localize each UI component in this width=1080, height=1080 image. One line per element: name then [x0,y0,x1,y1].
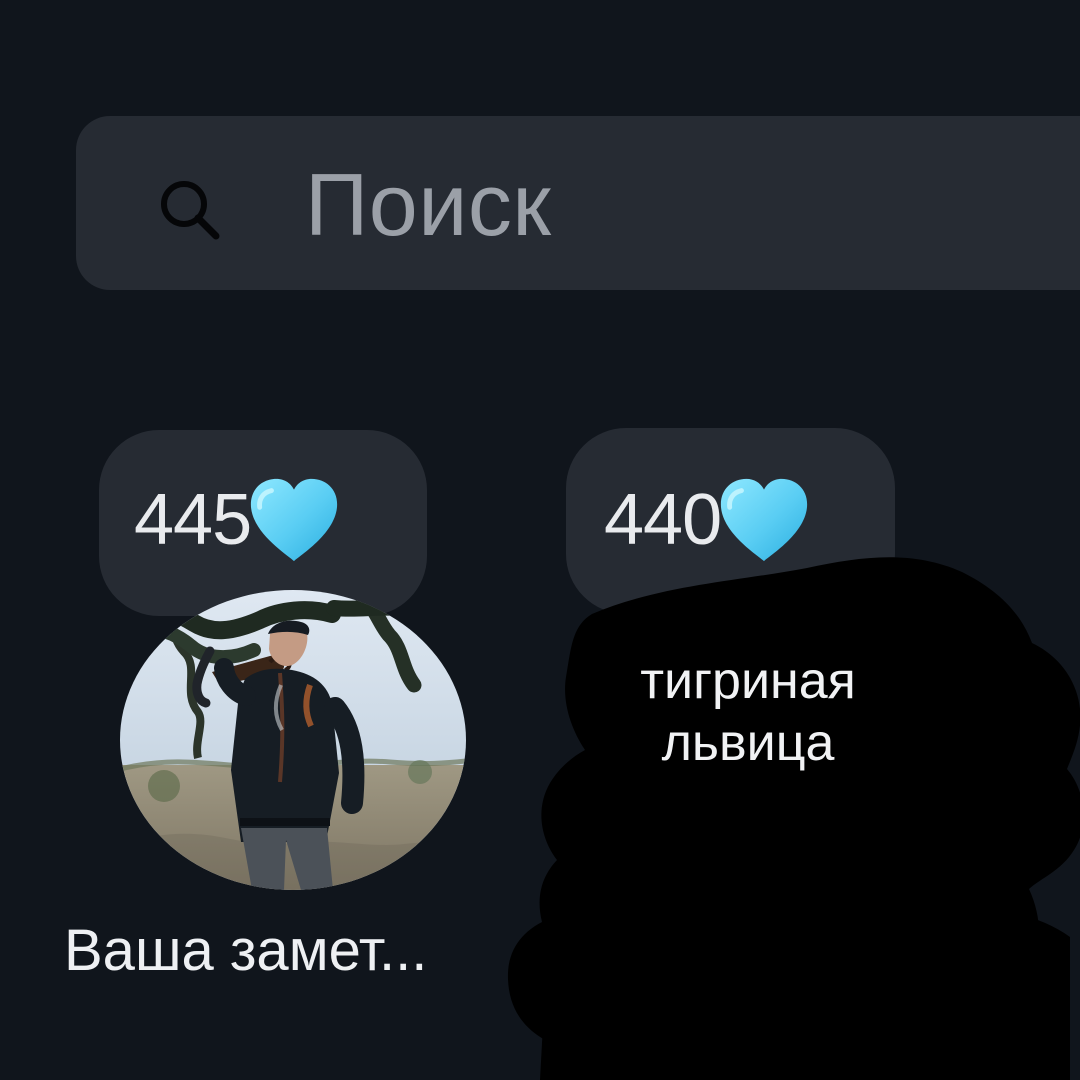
avatar[interactable] [120,590,466,890]
redaction-overlay [507,557,1080,1080]
stories-notes-screen: Поиск 445 440 Ваша замет... тигриная льв… [0,0,1080,1080]
note-author-label: тигриная львица [640,652,856,772]
search-input[interactable]: Поиск [305,150,551,260]
avatar-photo [120,590,466,890]
note-author-label: Ваша замет... [64,918,428,983]
search-icon [161,181,220,240]
note-count-row: 445 [134,470,343,570]
blue-heart-icon [251,478,338,562]
note-count: 445 [134,480,252,560]
